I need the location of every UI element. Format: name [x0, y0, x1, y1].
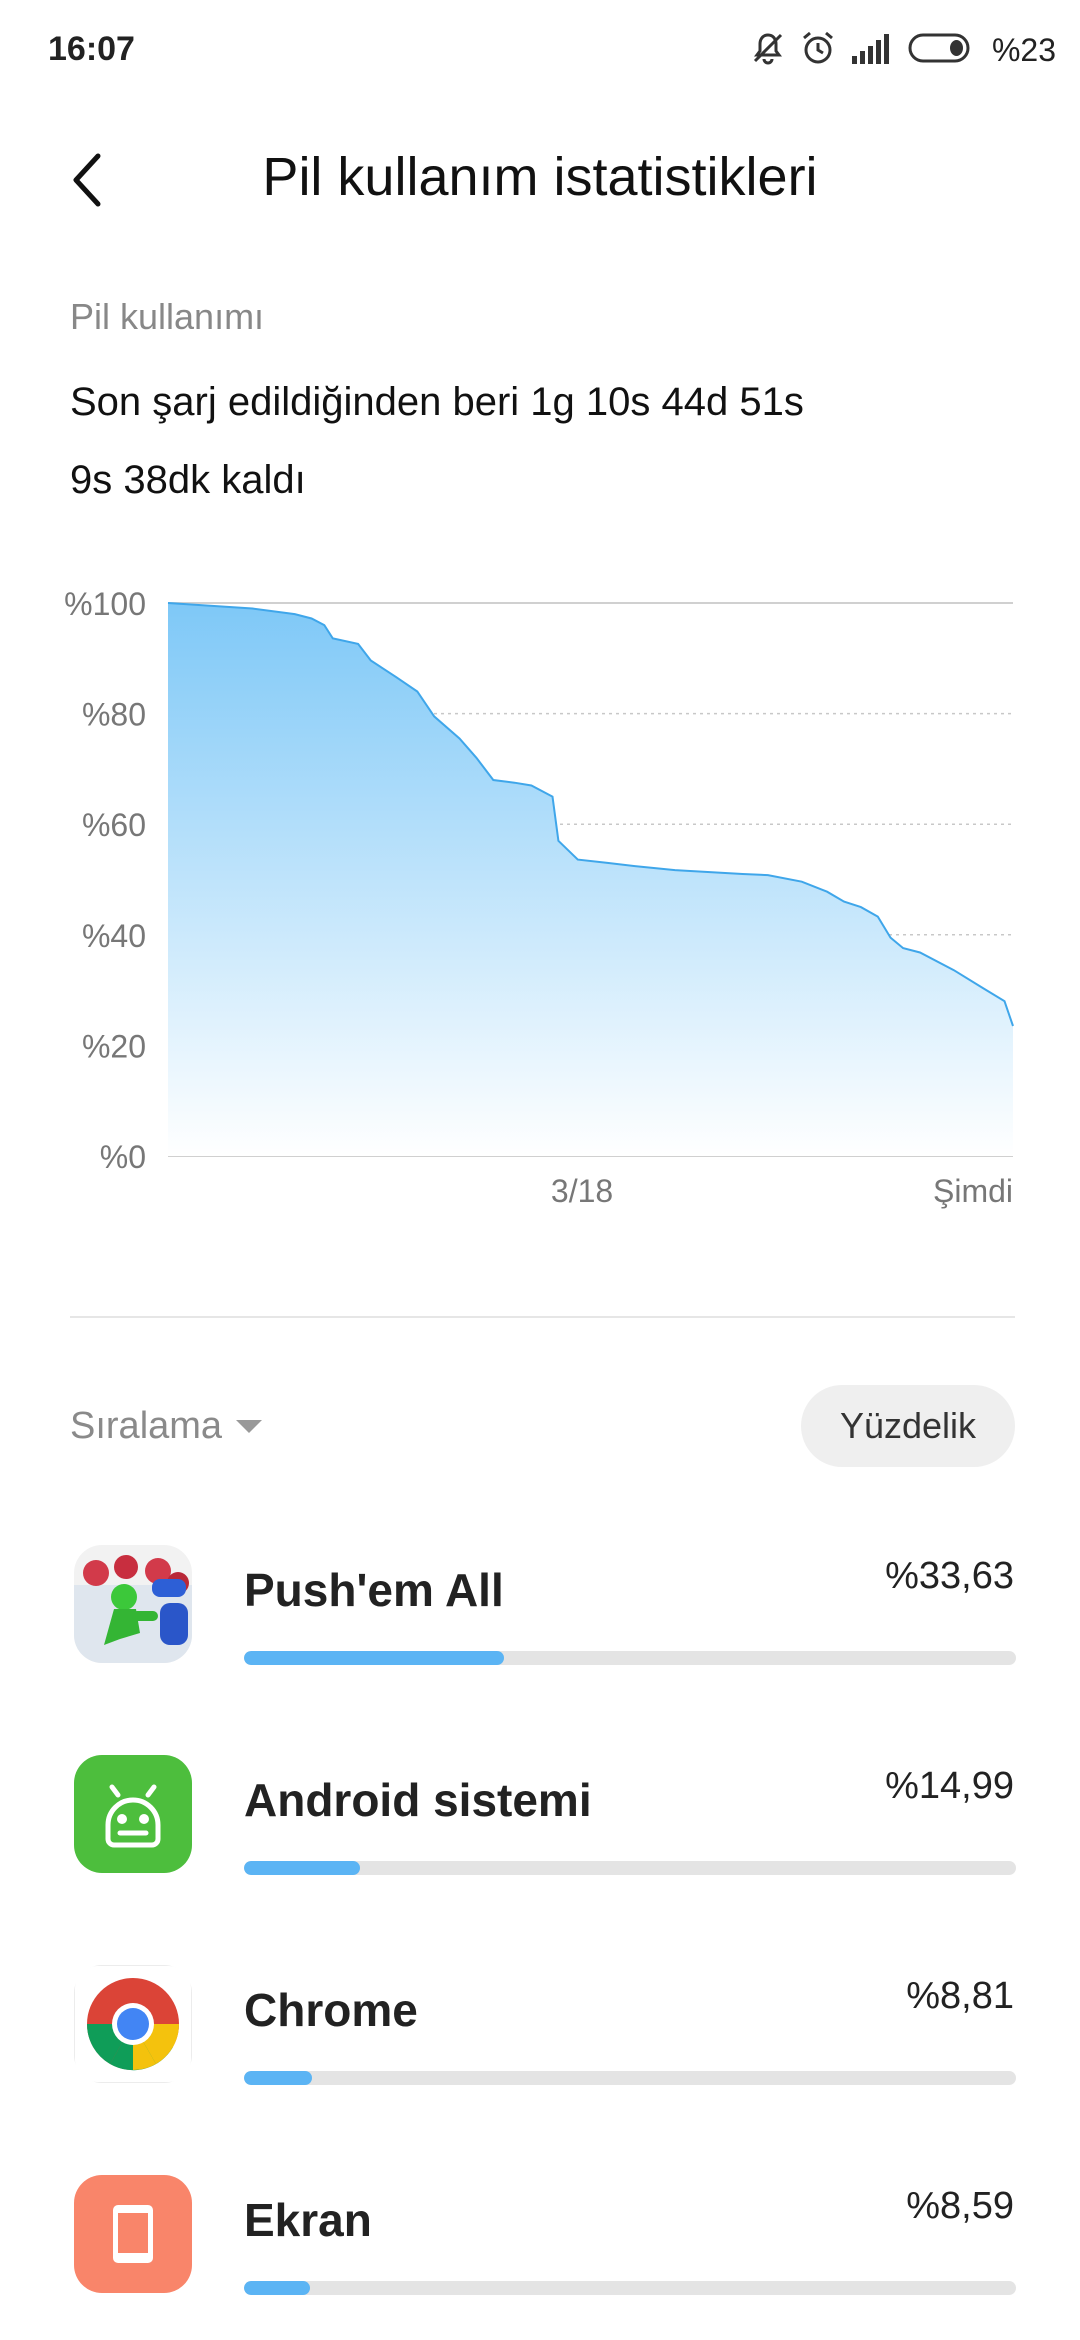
y-tick-label: %20: [82, 1028, 146, 1064]
usage-bar-fill: [244, 2281, 311, 2295]
app-percent: %8,59: [906, 2185, 1014, 2227]
x-tick-label: 3/18: [551, 1173, 613, 1209]
divider: [70, 1316, 1015, 1318]
chrome-icon: [74, 1965, 192, 2083]
sort-dropdown[interactable]: Sıralama: [70, 1405, 263, 1448]
x-tick-label: Şimdi: [933, 1173, 1013, 1209]
usage-bar: [244, 1651, 1016, 1665]
muted-bell-icon: [750, 30, 786, 71]
alarm-icon: [800, 30, 836, 71]
status-time: 16:07: [48, 30, 135, 68]
percent-button[interactable]: Yüzdelik: [801, 1385, 1015, 1467]
section-label: Pil kullanımı: [70, 296, 265, 337]
remaining-time-text: 9s 38dk kaldı: [70, 458, 306, 502]
y-tick-label: %0: [100, 1139, 146, 1175]
usage-bar: [244, 2281, 1016, 2295]
y-tick-label: %40: [82, 918, 146, 954]
list-item[interactable]: Ekran %8,59: [0, 2175, 1080, 2315]
signal-icon: [850, 30, 894, 71]
battery-chart: %100 %80 %60 %40 %20 %0 3/18 Şimdi: [0, 560, 1080, 1220]
battery-percent: %23: [991, 31, 1056, 68]
android-system-icon: [74, 1755, 192, 1873]
screen-icon: [74, 2175, 192, 2293]
pushem-all-game-icon: [74, 1545, 192, 1663]
y-tick-label: %60: [82, 807, 146, 843]
status-bar: 16:07 %23: [0, 0, 1080, 100]
y-tick-label: %80: [82, 697, 146, 733]
app-name: Push'em All: [244, 1564, 504, 1616]
app-name: Ekran: [244, 2194, 372, 2246]
list-item[interactable]: Chrome %8,81: [0, 1965, 1080, 2105]
app-percent: %33,63: [885, 1555, 1014, 1597]
battery-icon: [908, 30, 976, 71]
app-percent: %14,99: [885, 1765, 1014, 1807]
sort-label: Sıralama: [70, 1405, 223, 1447]
usage-bar-fill: [244, 2071, 312, 2085]
app-name: Chrome: [244, 1984, 418, 2036]
usage-bar: [244, 1861, 1016, 1875]
status-icons: %23: [750, 28, 1056, 72]
list-item[interactable]: Android sistemi %14,99: [0, 1755, 1080, 1895]
caret-down-icon: [236, 1420, 263, 1433]
header: Pil kullanım istatistikleri: [0, 130, 1080, 230]
app-name: Android sistemi: [244, 1774, 592, 1826]
usage-bar: [244, 2071, 1016, 2085]
usage-bar-fill: [244, 1861, 360, 1875]
since-charge-text: Son şarj edildiğinden beri 1g 10s 44d 51…: [70, 380, 804, 424]
battery-area-fill: [168, 603, 1013, 1156]
sort-row: Sıralama Yüzdelik: [70, 1385, 1015, 1469]
app-percent: %8,81: [906, 1975, 1014, 2017]
battery-chart-svg: %100 %80 %60 %40 %20 %0 3/18 Şimdi: [64, 586, 1014, 1209]
y-tick-label: %100: [64, 586, 146, 622]
page-title: Pil kullanım istatistikleri: [262, 147, 818, 207]
usage-bar-fill: [244, 1651, 504, 1665]
list-item[interactable]: Push'em All %33,63: [0, 1545, 1080, 1685]
